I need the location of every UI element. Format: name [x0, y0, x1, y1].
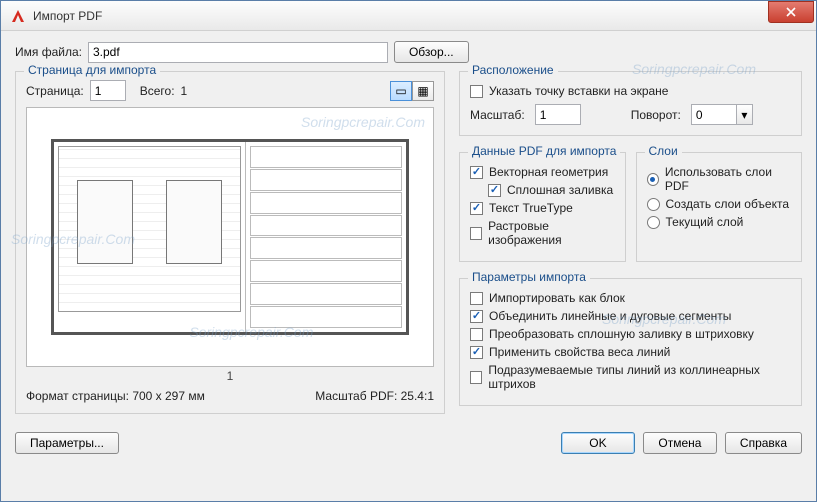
join-segments-checkbox[interactable]: [470, 310, 483, 323]
current-layer-label: Текущий слой: [666, 215, 744, 229]
use-pdf-layers-label: Использовать слои PDF: [665, 165, 791, 193]
page-import-legend: Страница для импорта: [24, 63, 160, 77]
implied-linetypes-checkbox[interactable]: [470, 371, 482, 384]
as-block-label: Импортировать как блок: [489, 291, 625, 305]
titlebar: Импорт PDF: [1, 1, 816, 31]
view-single-icon[interactable]: ▭: [390, 81, 412, 101]
ok-button[interactable]: OK: [561, 432, 635, 454]
page-format-label: Формат страницы:: [26, 389, 129, 403]
total-value: 1: [181, 84, 188, 98]
use-pdf-layers-radio[interactable]: [647, 173, 659, 186]
create-obj-layers-radio[interactable]: [647, 198, 660, 211]
location-group: Расположение Указать точку вставки на эк…: [459, 71, 802, 136]
pdf-data-legend: Данные PDF для импорта: [468, 144, 620, 158]
vector-label: Векторная геометрия: [489, 165, 608, 179]
rotation-label: Поворот:: [631, 108, 681, 122]
rotation-dropdown-icon[interactable]: ▾: [737, 104, 753, 125]
location-legend: Расположение: [468, 63, 558, 77]
convert-solid-checkbox[interactable]: [470, 328, 483, 341]
parameters-button[interactable]: Параметры...: [15, 432, 119, 454]
solid-fill-checkbox[interactable]: [488, 184, 501, 197]
implied-linetypes-label: Подразумеваемые типы линий из коллинеарн…: [488, 363, 791, 391]
help-button[interactable]: Справка: [725, 432, 802, 454]
page-input[interactable]: [90, 80, 126, 101]
autocad-logo-icon: [9, 7, 27, 25]
page-preview: Soringpcrepair.Com Soringpcrepair.Com: [26, 107, 434, 367]
join-segments-label: Объединить линейные и дуговые сегменты: [489, 309, 731, 323]
pdf-scale-value: 25.4:1: [401, 389, 434, 403]
layers-legend: Слои: [645, 144, 682, 158]
total-label: Всего:: [140, 84, 175, 98]
preview-page-number: 1: [26, 367, 434, 385]
as-block-checkbox[interactable]: [470, 292, 483, 305]
vector-checkbox[interactable]: [470, 166, 483, 179]
close-button[interactable]: [768, 1, 814, 23]
apply-lineweight-label: Применить свойства веса линий: [489, 345, 670, 359]
scale-label: Масштаб:: [470, 108, 525, 122]
import-pdf-dialog: Импорт PDF Имя файла: Обзор... Страница …: [0, 0, 817, 502]
current-layer-radio[interactable]: [647, 216, 660, 229]
truetype-checkbox[interactable]: [470, 202, 483, 215]
pick-point-checkbox[interactable]: [470, 85, 483, 98]
create-obj-layers-label: Создать слои объекта: [666, 197, 790, 211]
solid-fill-label: Сплошная заливка: [507, 183, 613, 197]
page-format-value: 700 x 297 мм: [132, 389, 205, 403]
raster-label: Растровые изображения: [488, 219, 614, 247]
scale-input[interactable]: [535, 104, 581, 125]
browse-button[interactable]: Обзор...: [394, 41, 469, 63]
truetype-label: Текст TrueType: [489, 201, 573, 215]
page-label: Страница:: [26, 84, 84, 98]
filename-input[interactable]: [88, 42, 388, 63]
view-grid-icon[interactable]: ▦: [412, 81, 434, 101]
import-params-legend: Параметры импорта: [468, 270, 590, 284]
pdf-scale-label: Масштаб PDF:: [315, 389, 397, 403]
rotation-input[interactable]: [691, 104, 737, 125]
import-params-group: Параметры импорта Импортировать как блок…: [459, 278, 802, 406]
cancel-button[interactable]: Отмена: [643, 432, 717, 454]
layers-group: Слои Использовать слои PDF Создать слои …: [636, 152, 803, 262]
window-title: Импорт PDF: [33, 9, 102, 23]
apply-lineweight-checkbox[interactable]: [470, 346, 483, 359]
page-import-group: Страница для импорта Страница: Всего: 1 …: [15, 71, 445, 414]
raster-checkbox[interactable]: [470, 227, 482, 240]
filename-label: Имя файла:: [15, 45, 82, 59]
convert-solid-label: Преобразовать сплошную заливку в штрихов…: [489, 327, 754, 341]
pick-point-label: Указать точку вставки на экране: [489, 84, 668, 98]
pdf-data-group: Данные PDF для импорта Векторная геометр…: [459, 152, 626, 262]
